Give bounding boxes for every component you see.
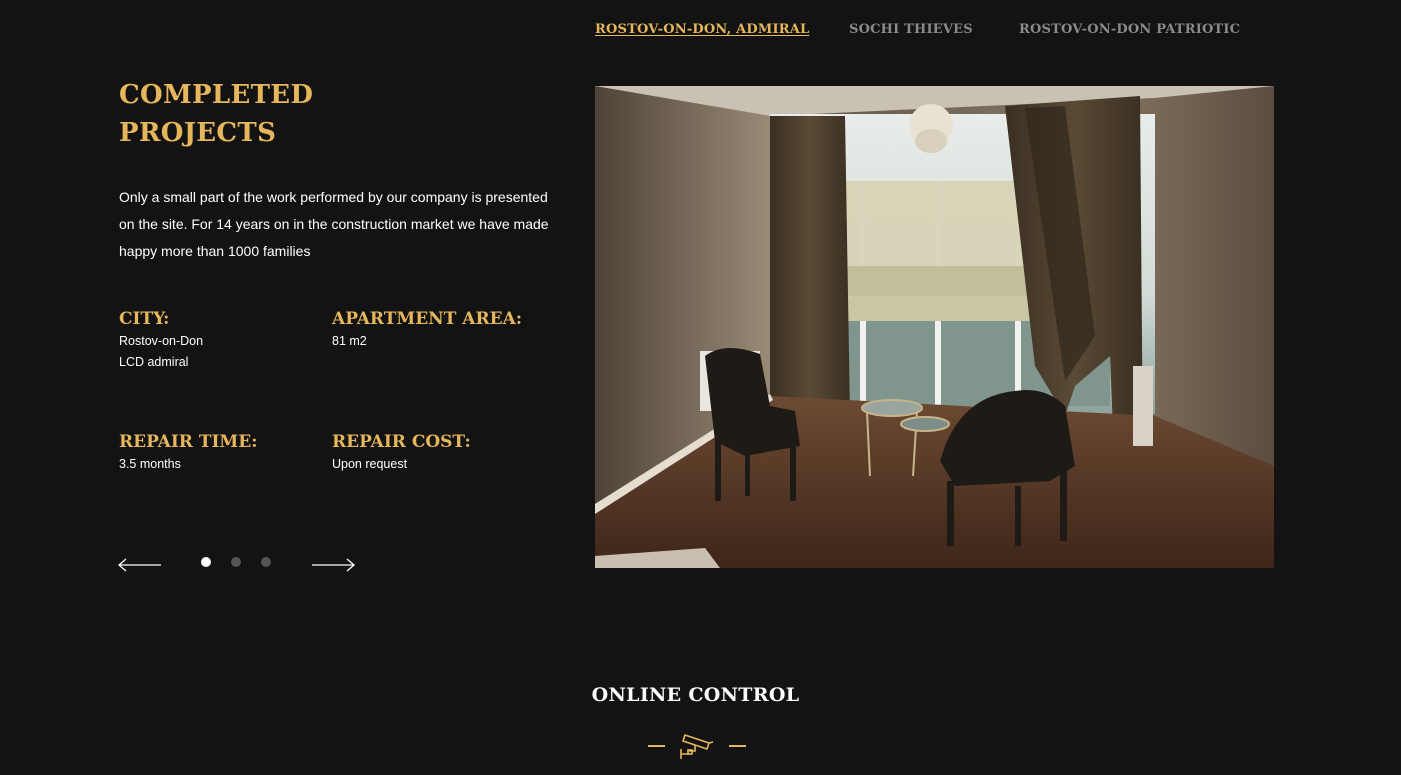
- area-value: 81 m2: [332, 334, 367, 348]
- next-arrow-icon[interactable]: [311, 557, 355, 578]
- divider-dash-right: [729, 745, 746, 747]
- cost-value: Upon request: [332, 457, 408, 471]
- time-value: 3.5 months: [119, 457, 181, 471]
- tab-rostov-patriotic[interactable]: ROSTOV-ON-DON PATRIOTIC: [1019, 22, 1240, 37]
- section-description: Only a small part of the work performed …: [119, 189, 549, 259]
- tab-rostov-admiral[interactable]: ROSTOV-ON-DON, ADMIRAL: [595, 22, 809, 37]
- divider-dash-left: [648, 745, 665, 747]
- city-value: Rostov-on-Don LCD admiral: [119, 331, 203, 373]
- slider-dots: [201, 557, 271, 567]
- project-photo: [595, 86, 1274, 568]
- slider-dot-1[interactable]: [201, 557, 211, 567]
- slider-dot-3[interactable]: [261, 557, 271, 567]
- city-value-line1: Rostov-on-Don: [119, 334, 204, 348]
- online-control-icon-row: [648, 730, 748, 764]
- city-value-line2: LCD admiral: [119, 355, 189, 369]
- prev-arrow-icon[interactable]: [118, 557, 162, 578]
- city-label: CITY:: [119, 309, 170, 329]
- online-control-title-text: ONLINE CONTROL: [591, 684, 800, 706]
- section-title-line1: COMPLETED: [119, 80, 314, 110]
- online-control-title: ONLINE CONTROL: [0, 684, 1401, 706]
- cost-label: REPAIR COST:: [332, 432, 471, 452]
- section-title: COMPLETED PROJECTS: [119, 76, 439, 152]
- time-info: REPAIR TIME: 3.5 months: [119, 432, 257, 475]
- section-title-line2: PROJECTS: [119, 118, 277, 148]
- cost-info: REPAIR COST: Upon request: [332, 432, 471, 475]
- time-label: REPAIR TIME:: [119, 432, 258, 452]
- city-info: CITY: Rostov-on-Don LCD admiral: [119, 309, 203, 373]
- area-info: APARTMENT AREA: 81 m2: [332, 309, 522, 352]
- slider-dot-2[interactable]: [231, 557, 241, 567]
- tab-sochi-thieves[interactable]: SOCHI THIEVES: [849, 22, 973, 37]
- area-label: APARTMENT AREA:: [332, 309, 523, 329]
- cctv-camera-icon: [679, 731, 715, 766]
